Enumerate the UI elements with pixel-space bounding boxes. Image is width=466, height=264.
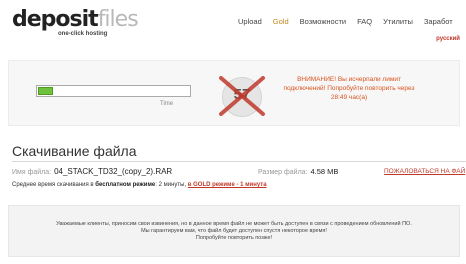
wait-panel: Time 57 ВНИМАНИЕ! Вы исчерпали лимит под… [8,60,460,126]
report-file-link[interactable]: ПОЖАЛОВАТЬСЯ НА ФАЙ [384,168,465,175]
gold-mode-link[interactable]: в GOLD режиме - 1 минута [188,182,267,188]
title-divider [12,161,466,162]
download-progress-bar [36,85,191,97]
file-info-row: Имя файла: 04_STACK_TD32_(copy_2).RAR Раз… [12,167,466,179]
site-logo[interactable]: depositfiles one-click hosting [12,7,139,38]
progress-end-label: Time [160,101,174,107]
progress-fill [38,87,53,95]
nav-link-gold[interactable]: Gold [273,17,289,26]
notice-line-2: Мы гарантируем вам, что файл будет досту… [141,228,327,234]
unavailable-notice: Уважаемые клиенты, приносим свои извинен… [8,205,460,257]
file-size-label: Размер файла: [258,169,308,176]
nav-link-возможности[interactable]: Возможности [300,17,346,26]
logo-main-word: deposit [12,7,99,32]
top-navigation: Upload Gold Возможности FAQ Утилиты Заработ [238,17,464,26]
site-header: depositfiles one-click hosting Upload Gol… [0,0,466,52]
file-size: 4.58 MB [310,167,339,176]
page-title: Скачивание файла [12,143,137,159]
file-name-label: Имя файла: [12,169,52,176]
nav-link-заработ[interactable]: Заработ [424,17,453,26]
blocked-cross-icon [219,76,265,116]
notice-line-1: Уважаемые клиенты, приносим свои извинен… [56,221,412,227]
free-mode-label: бесплатном режиме [95,182,156,188]
logo-text: depositfiles [12,7,139,32]
file-name: 04_STACK_TD32_(copy_2).RAR [54,167,173,176]
nav-link-faq[interactable]: FAQ [357,17,372,26]
notice-line-3: Попробуйте повторить позже! [195,235,273,241]
nav-link-утилиты[interactable]: Утилиты [383,17,413,26]
countdown-timer: 57 [217,73,267,119]
file-size-group: Размер файла: 4.58 MB [258,167,338,176]
avg-middle: : 2 минуты, [155,182,187,188]
avg-prefix: Среднее время скачивания в [12,182,94,188]
language-selector[interactable]: русский [436,36,460,42]
logo-accent-word: files [97,7,139,32]
nav-link-upload[interactable]: Upload [238,17,262,26]
average-download-time: Среднее время скачивания в бесплатном ре… [12,182,267,188]
limit-warning: ВНИМАНИЕ! Вы исчерпали лимит подключений… [283,76,415,101]
